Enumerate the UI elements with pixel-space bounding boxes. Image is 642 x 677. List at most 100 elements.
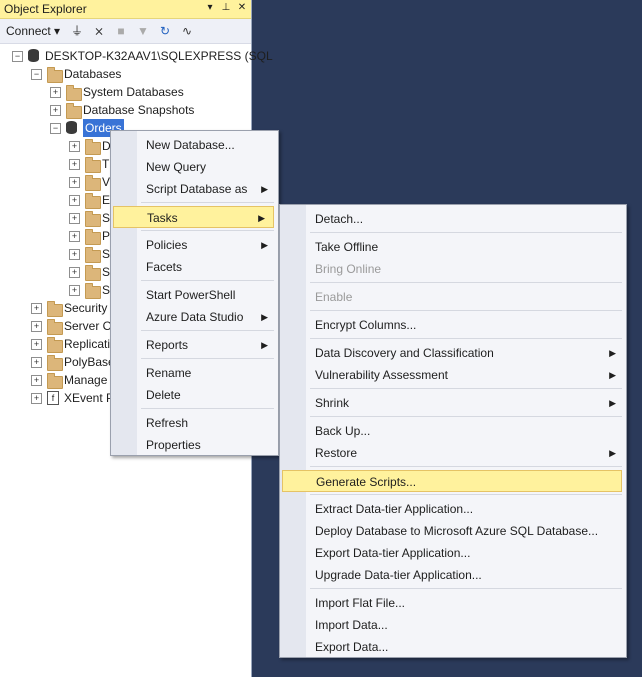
expand-icon[interactable]: + (69, 195, 80, 206)
expand-icon[interactable]: + (31, 375, 42, 386)
menu-item-azure-data-studio[interactable]: Azure Data Studio ▶ (111, 306, 276, 328)
menu-item-start-powershell[interactable]: Start PowerShell (111, 284, 276, 306)
submenu-arrow-icon: ▶ (609, 370, 616, 380)
tree-node[interactable]: + System Databases (0, 83, 251, 101)
expand-icon[interactable]: + (50, 87, 61, 98)
menu-item-extract-data-tier-application[interactable]: Extract Data-tier Application... (280, 498, 624, 520)
menu-item-back-up[interactable]: Back Up... (280, 420, 624, 442)
expand-icon[interactable]: + (69, 231, 80, 242)
menu-item-label: Script Database as (146, 182, 248, 196)
submenu-arrow-icon: ▶ (261, 240, 268, 250)
menu-item-new-database[interactable]: New Database... (111, 134, 276, 156)
tree-node[interactable]: − DESKTOP-K32AAV1\SQLEXPRESS (SQL (0, 47, 273, 65)
expand-icon[interactable]: + (31, 357, 42, 368)
menu-item-shrink[interactable]: Shrink ▶ (280, 392, 624, 414)
menu-item-import-data[interactable]: Import Data... (280, 614, 624, 636)
menu-item-script-database-as[interactable]: Script Database as ▶ (111, 178, 276, 200)
menu-item-detach[interactable]: Detach... (280, 208, 624, 230)
menu-item-generate-scripts[interactable]: Generate Scripts... (282, 470, 622, 492)
menu-item-encrypt-columns[interactable]: Encrypt Columns... (280, 314, 624, 336)
menu-item-label: Start PowerShell (146, 288, 236, 302)
tree-node-label: V (102, 175, 111, 189)
collapse-icon[interactable]: − (50, 123, 61, 134)
menu-item-label: Encrypt Columns... (315, 318, 417, 332)
menu-item-take-offline[interactable]: Take Offline (280, 236, 624, 258)
expand-icon[interactable]: + (50, 105, 61, 116)
menu-item-vulnerability-assessment[interactable]: Vulnerability Assessment ▶ (280, 364, 624, 386)
connect-button[interactable]: Connect ▾ (6, 24, 60, 38)
collapse-icon[interactable]: − (31, 69, 42, 80)
menu-item-deploy-database-to-microsoft-azure-sql-database[interactable]: Deploy Database to Microsoft Azure SQL D… (280, 520, 624, 542)
tree-node-label: System Databases (83, 85, 184, 99)
menu-item-label: Azure Data Studio (146, 310, 244, 324)
menu-item-rename[interactable]: Rename (111, 362, 276, 384)
menu-item-label: Tasks (147, 211, 178, 225)
pin-icon[interactable]: ⊥ (219, 1, 233, 15)
expand-icon[interactable]: + (69, 285, 80, 296)
expand-icon[interactable]: + (69, 213, 80, 224)
menu-item-label: Reports (146, 338, 189, 352)
menu-item-facets[interactable]: Facets (111, 256, 276, 278)
menu-item-label: Properties (146, 438, 201, 452)
menu-separator (141, 408, 274, 409)
tree-node[interactable]: − Databases (0, 65, 251, 83)
refresh-icon[interactable]: ↻ (158, 24, 172, 38)
expand-icon[interactable]: + (69, 267, 80, 278)
menu-separator (310, 310, 622, 311)
folder-icon (47, 319, 63, 335)
expand-icon[interactable]: + (69, 141, 80, 152)
collapse-icon[interactable]: − (12, 51, 23, 62)
menu-item-label: Export Data... (315, 640, 389, 654)
close-icon[interactable]: ✕ (235, 1, 249, 15)
menu-item-restore[interactable]: Restore ▶ (280, 442, 624, 464)
menu-item-label: New Database... (146, 138, 235, 152)
menu-item-reports[interactable]: Reports ▶ (111, 334, 276, 356)
menu-item-label: Enable (315, 290, 353, 304)
tree-node-label: XEvent P (64, 391, 115, 405)
expand-icon[interactable]: + (69, 249, 80, 260)
menu-item-label: New Query (146, 160, 207, 174)
window-position-icon[interactable]: ▾ (203, 1, 217, 15)
connect-plug-icon[interactable]: ⏚ (70, 24, 84, 38)
tree-node-label: Replicati (64, 337, 111, 351)
expand-icon[interactable]: + (31, 303, 42, 314)
submenu-arrow-icon: ▶ (261, 340, 268, 350)
menu-item-bring-online: Bring Online (280, 258, 624, 280)
menu-item-label: Deploy Database to Microsoft Azure SQL D… (315, 524, 599, 538)
menu-item-data-discovery-and-classification[interactable]: Data Discovery and Classification ▶ (280, 342, 624, 364)
menu-item-import-flat-file[interactable]: Import Flat File... (280, 592, 624, 614)
expand-icon[interactable]: + (69, 159, 80, 170)
folder-icon (85, 247, 101, 263)
menu-item-upgrade-data-tier-application[interactable]: Upgrade Data-tier Application... (280, 564, 624, 586)
disconnect-icon[interactable]: ⨯ (92, 24, 106, 38)
menu-item-delete[interactable]: Delete (111, 384, 276, 406)
filter-icon: ▼ (137, 24, 149, 38)
submenu-arrow-icon: ▶ (261, 312, 268, 322)
tree-node-label: S (102, 211, 111, 225)
menu-separator (310, 388, 622, 389)
menu-item-label: Export Data-tier Application... (315, 546, 471, 560)
activity-monitor-icon[interactable]: ∿ (180, 24, 194, 38)
expand-icon[interactable]: + (69, 177, 80, 188)
database-icon (66, 121, 77, 134)
menu-item-new-query[interactable]: New Query (111, 156, 276, 178)
expand-icon[interactable]: + (31, 321, 42, 332)
menu-item-properties[interactable]: Properties (111, 434, 276, 456)
menu-item-label: Delete (146, 388, 181, 402)
menu-separator (310, 232, 622, 233)
menu-item-tasks[interactable]: Tasks ▶ (113, 206, 274, 228)
server-icon (28, 49, 39, 62)
menu-item-export-data-tier-application[interactable]: Export Data-tier Application... (280, 542, 624, 564)
expand-icon[interactable]: + (31, 339, 42, 350)
folder-icon (85, 229, 101, 245)
menu-item-policies[interactable]: Policies ▶ (111, 234, 276, 256)
stop-icon: ■ (117, 24, 125, 38)
menu-item-export-data[interactable]: Export Data... (280, 636, 624, 658)
submenu-arrow-icon: ▶ (609, 348, 616, 358)
expand-icon[interactable]: + (31, 393, 42, 404)
menu-separator (310, 338, 622, 339)
tree-node-label: Databases (64, 67, 122, 81)
menu-item-label: Vulnerability Assessment (315, 368, 448, 382)
menu-item-refresh[interactable]: Refresh (111, 412, 276, 434)
tree-node[interactable]: + Database Snapshots (0, 101, 251, 119)
